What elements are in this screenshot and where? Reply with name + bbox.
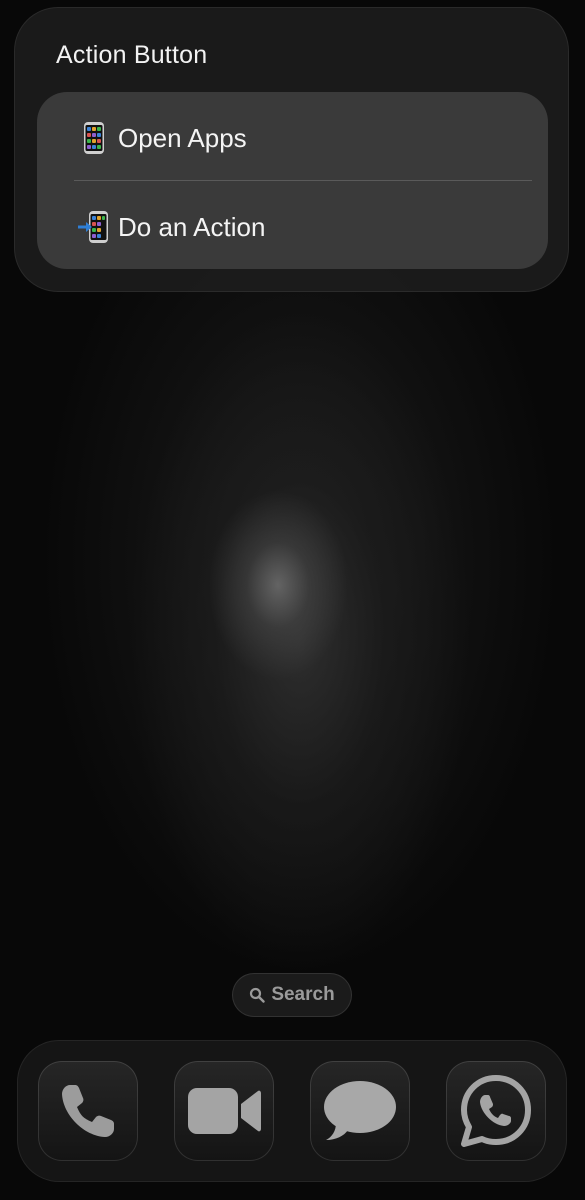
home-screen: Action Button Open Apps Do an Action Sea… — [0, 0, 585, 1200]
phone-handset-icon — [62, 1085, 114, 1137]
dock-app-facetime[interactable] — [174, 1061, 274, 1161]
dock-app-messages[interactable] — [310, 1061, 410, 1161]
mobile-phone-with-arrow-icon — [78, 211, 108, 243]
action-menu: Open Apps Do an Action — [37, 92, 548, 269]
video-camera-icon — [188, 1088, 261, 1134]
widget-title: Action Button — [56, 41, 208, 69]
mobile-phone-icon — [84, 122, 104, 154]
magnifying-glass-icon — [250, 987, 266, 1003]
menu-item-label: Do an Action — [118, 212, 266, 242]
dock — [17, 1040, 567, 1182]
dock-app-phone[interactable] — [38, 1061, 138, 1161]
menu-item-do-an-action[interactable]: Do an Action — [37, 181, 548, 269]
speech-bubble-icon — [324, 1081, 396, 1140]
whatsapp-icon — [461, 1075, 531, 1147]
search-button[interactable]: Search — [232, 973, 352, 1017]
dock-app-whatsapp[interactable] — [446, 1061, 546, 1161]
menu-item-open-apps[interactable]: Open Apps — [37, 92, 548, 180]
action-button-widget[interactable]: Action Button Open Apps Do an Action — [14, 7, 569, 292]
search-label: Search — [271, 984, 335, 1005]
menu-item-label: Open Apps — [118, 123, 247, 153]
